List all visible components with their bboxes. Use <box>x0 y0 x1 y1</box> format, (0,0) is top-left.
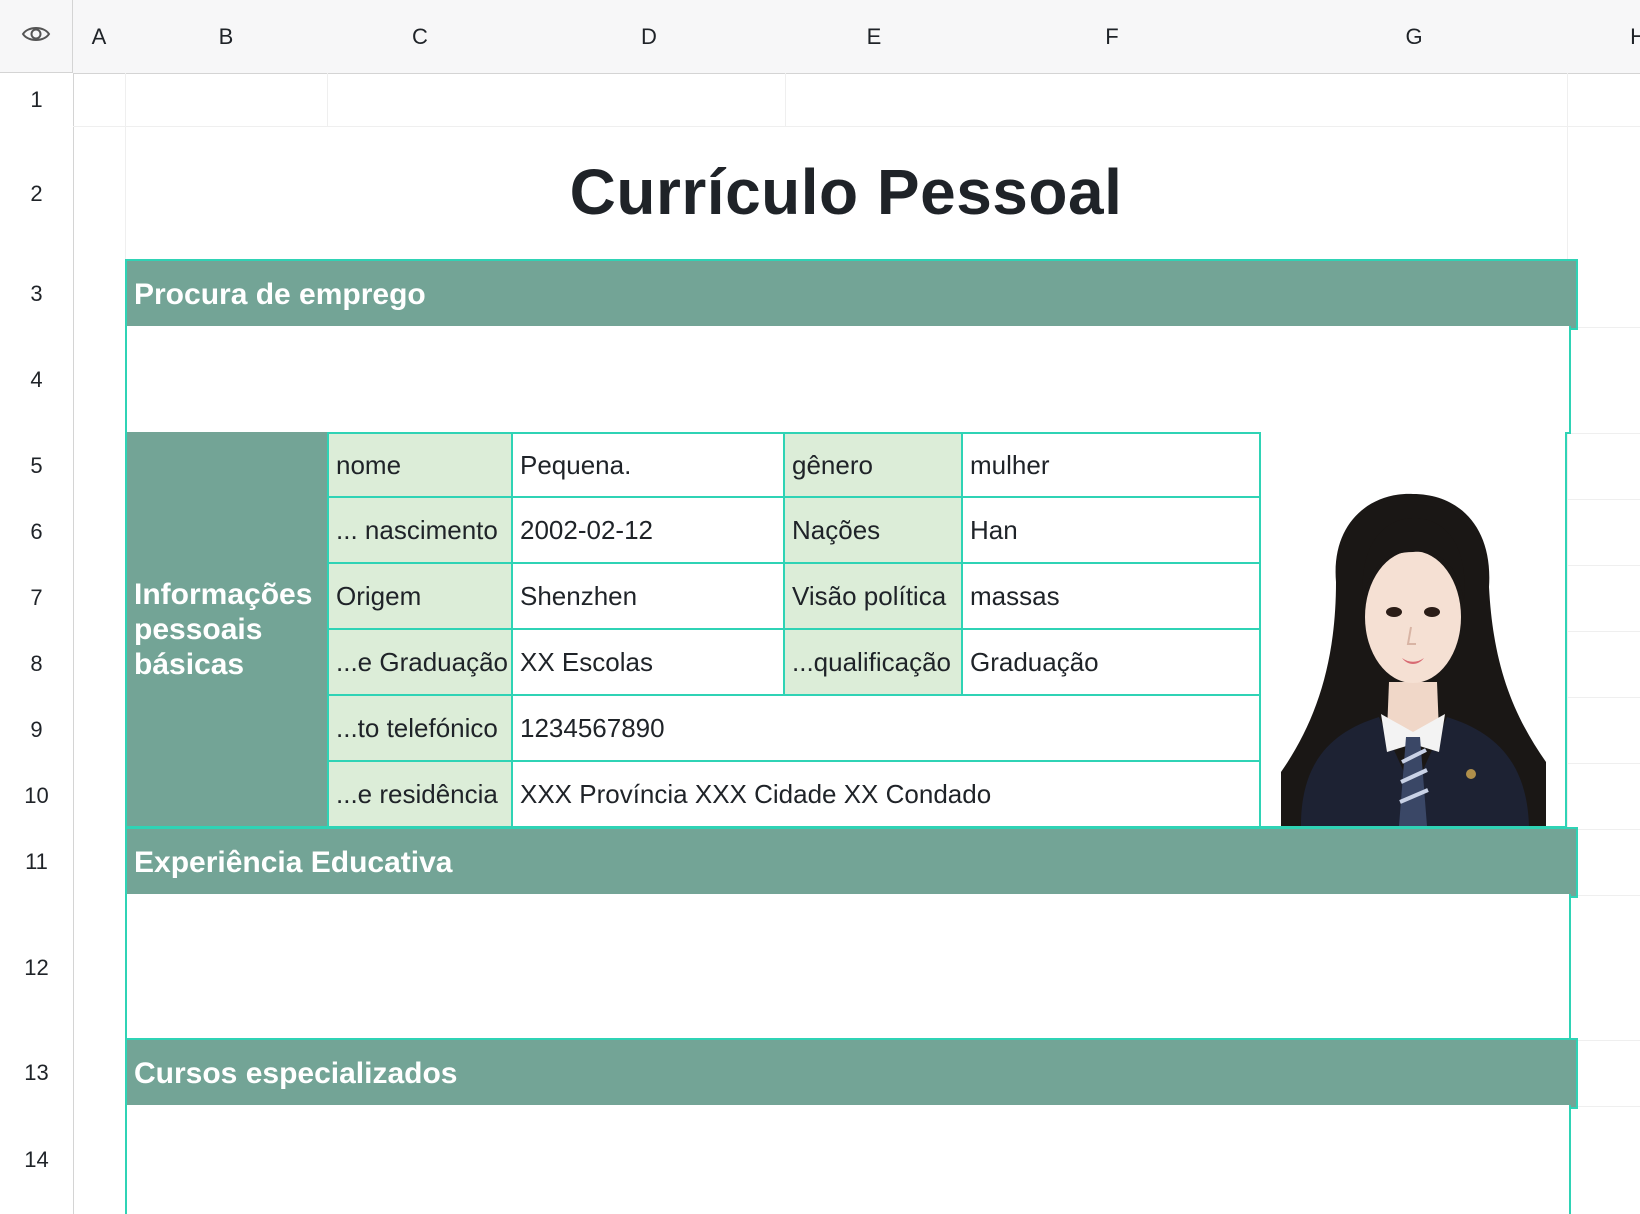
photo-cell[interactable] <box>1261 432 1567 828</box>
row-number: 3 <box>30 281 43 306</box>
row-number: 14 <box>24 1147 49 1172</box>
label-birth-date[interactable]: ... nascimento <box>327 498 513 564</box>
row-number: 11 <box>25 849 48 874</box>
gridline <box>1567 697 1640 698</box>
column-letter: C <box>412 23 428 49</box>
row-number: 2 <box>30 180 43 206</box>
courses-content-cell[interactable] <box>125 1105 1571 1214</box>
section-header-courses[interactable]: Cursos especializados <box>125 1038 1578 1109</box>
value-birth-date[interactable]: 2002-02-12 <box>513 498 785 564</box>
column-letter: F <box>1105 23 1119 49</box>
column-header-b[interactable]: B <box>125 0 328 74</box>
value-phone[interactable]: 1234567890 <box>513 696 1261 762</box>
select-all-corner[interactable] <box>0 0 73 73</box>
row-header-13[interactable]: 13 <box>0 1040 74 1108</box>
section-header-education[interactable]: Experiência Educativa <box>125 827 1578 898</box>
row-header-8[interactable]: 8 <box>0 631 74 699</box>
gridline <box>1567 565 1640 566</box>
row-header-9[interactable]: 9 <box>0 697 74 765</box>
column-header-g[interactable]: G <box>1261 0 1568 74</box>
label-phone[interactable]: ...to telefónico <box>327 696 513 762</box>
value-nation[interactable]: Han <box>963 498 1261 564</box>
row-number: 6 <box>30 519 43 544</box>
column-letter: A <box>91 23 107 49</box>
row-header-1[interactable]: 1 <box>0 73 74 128</box>
column-letter: E <box>866 23 882 49</box>
row-header-14[interactable]: 14 <box>0 1106 74 1214</box>
column-letter: B <box>218 23 234 49</box>
row-number: 12 <box>24 954 49 980</box>
row-number: 7 <box>30 585 43 610</box>
label-nation[interactable]: Nações <box>785 498 963 564</box>
row-header-5[interactable]: 5 <box>0 433 74 501</box>
section-header-job[interactable]: Procura de emprego <box>125 259 1578 330</box>
gridline <box>1567 631 1640 632</box>
label-political-view[interactable]: Visão política <box>785 564 963 630</box>
column-header-h[interactable]: H <box>1567 0 1640 74</box>
row-header-7[interactable]: 7 <box>0 565 74 633</box>
label-gender[interactable]: gênero <box>785 432 963 498</box>
column-header-d[interactable]: D <box>513 0 786 74</box>
row-number: 9 <box>30 717 43 742</box>
value-origin[interactable]: Shenzhen <box>513 564 785 630</box>
job-content-cell[interactable] <box>125 326 1571 434</box>
gridline <box>1567 499 1640 500</box>
column-header-c[interactable]: C <box>327 0 514 74</box>
label-residence[interactable]: ...e residência <box>327 762 513 828</box>
section-label-basic-info[interactable]: Informações pessoais básicas <box>125 432 327 828</box>
column-header-e[interactable]: E <box>785 0 964 74</box>
row-number: 5 <box>30 453 43 478</box>
resume-title[interactable]: Currículo Pessoal <box>125 127 1567 257</box>
row-number: 13 <box>24 1060 49 1085</box>
column-letter: D <box>641 23 657 49</box>
row-header-10[interactable]: 10 <box>0 763 74 831</box>
row-number: 8 <box>30 651 43 676</box>
gridline <box>785 73 786 126</box>
row-number: 4 <box>30 367 43 392</box>
row-header-12[interactable]: 12 <box>0 895 74 1042</box>
column-letter: H <box>1630 24 1640 50</box>
gridline <box>327 73 328 126</box>
value-name[interactable]: Pequena. <box>513 432 785 498</box>
section-label-text: Informações pessoais básicas <box>134 577 313 681</box>
label-qualification[interactable]: ...qualificação <box>785 630 963 696</box>
portrait-photo <box>1281 493 1546 826</box>
row-number: 1 <box>30 86 43 112</box>
eye-icon[interactable] <box>21 24 51 49</box>
row-header-6[interactable]: 6 <box>0 499 74 567</box>
row-header-11[interactable]: 11 <box>0 829 74 897</box>
education-content-cell[interactable] <box>125 894 1571 1041</box>
row-header-4[interactable]: 4 <box>0 327 74 435</box>
gridline <box>1567 763 1640 764</box>
row-header-3[interactable]: 3 <box>0 261 74 329</box>
label-origin[interactable]: Origem <box>327 564 513 630</box>
value-gender[interactable]: mulher <box>963 432 1261 498</box>
row-number: 10 <box>24 783 49 808</box>
value-graduation-school[interactable]: XX Escolas <box>513 630 785 696</box>
column-header-f[interactable]: F <box>963 0 1262 74</box>
row-header-2[interactable]: 2 <box>0 126 74 263</box>
label-graduation-school[interactable]: ...e Graduação <box>327 630 513 696</box>
column-header-a[interactable]: A <box>73 0 126 74</box>
value-residence[interactable]: XXX Província XXX Cidade XX Condado <box>513 762 1261 828</box>
column-letter: G <box>1405 23 1423 49</box>
label-name[interactable]: nome <box>327 432 513 498</box>
value-political-view[interactable]: massas <box>963 564 1261 630</box>
gridline <box>1567 433 1640 434</box>
value-qualification[interactable]: Graduação <box>963 630 1261 696</box>
